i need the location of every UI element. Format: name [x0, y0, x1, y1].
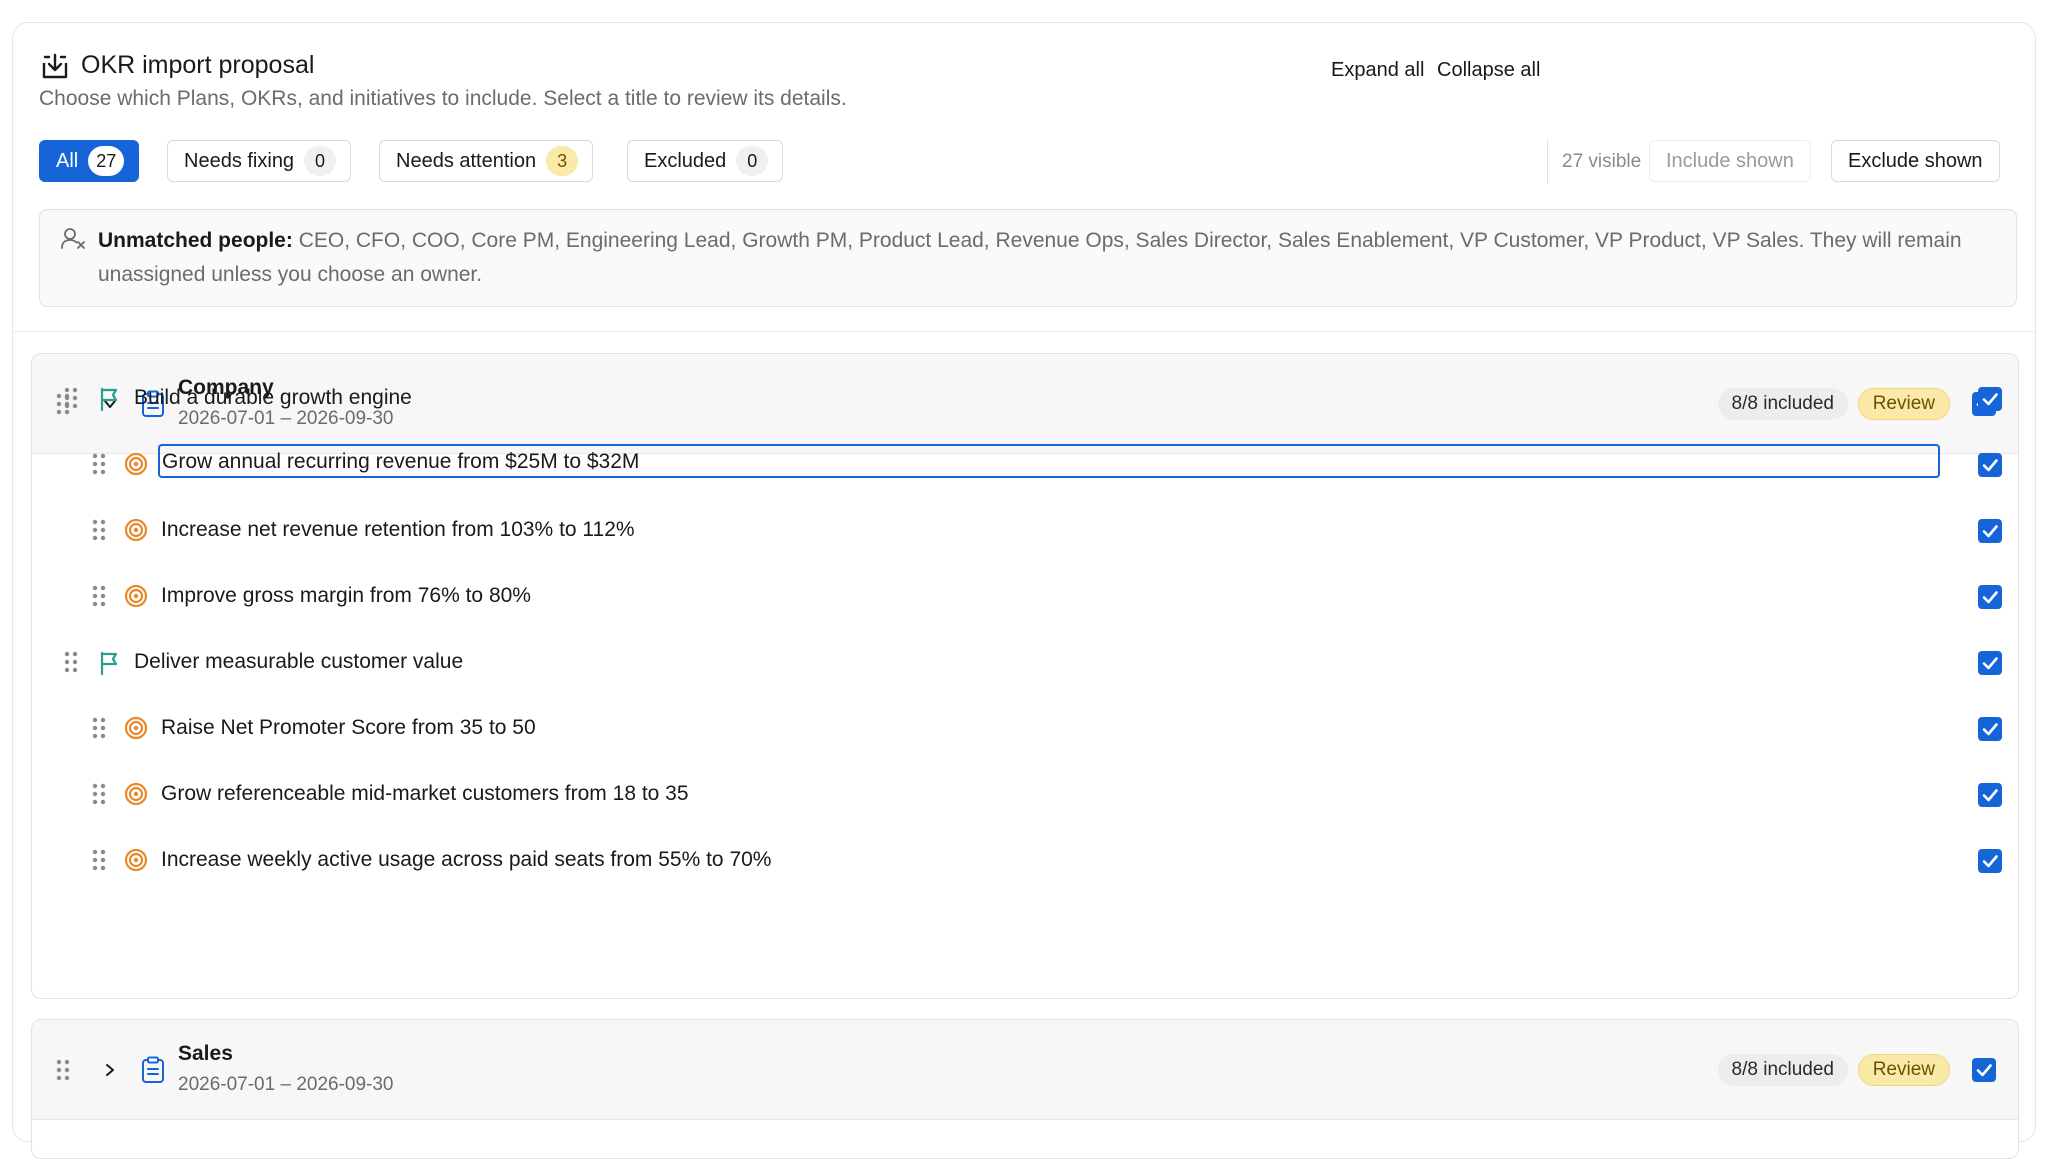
objective-row: Build a durable growth engine [32, 366, 2018, 432]
target-icon [124, 452, 148, 476]
checkmark-icon [1982, 855, 1998, 868]
key-result-title[interactable]: Increase net revenue retention from 103%… [161, 518, 635, 542]
key-result-row: Improve gross margin from 76% to 80% [32, 564, 2018, 630]
drag-handle-icon[interactable] [64, 387, 78, 409]
flag-icon [100, 651, 118, 676]
expand-all-button[interactable]: Expand all [1331, 59, 1424, 82]
objective-include-checkbox[interactable] [1978, 651, 2002, 675]
drag-handle-icon[interactable] [92, 585, 106, 607]
drag-handle-icon[interactable] [92, 783, 106, 805]
review-status-badge: Review [1857, 1054, 1950, 1086]
include-shown-button[interactable]: Include shown [1649, 140, 1811, 182]
key-result-include-checkbox[interactable] [1978, 717, 2002, 741]
plan-title[interactable]: Sales [178, 1042, 233, 1066]
drag-handle-icon[interactable] [92, 519, 106, 541]
key-result-include-checkbox[interactable] [1978, 519, 2002, 543]
drag-handle-icon[interactable] [56, 1059, 70, 1081]
key-result-row: Increase weekly active usage across paid… [32, 828, 2018, 894]
filter-excluded-label: Excluded [644, 149, 727, 172]
plan-clipboard-icon [142, 1056, 164, 1083]
objective-title[interactable]: Deliver measurable customer value [134, 650, 463, 674]
checkmark-icon [1982, 525, 1998, 538]
filter-needs-fixing-label: Needs fixing [184, 149, 295, 172]
drag-handle-icon[interactable] [64, 651, 78, 673]
key-result-include-checkbox[interactable] [1978, 585, 2002, 609]
plan-card-sales: Sales 2026-07-01 – 2026-09-30 8/8 includ… [31, 1019, 2019, 1159]
unmatched-people-text: Unmatched people: CEO, CFO, COO, Core PM… [98, 224, 1998, 292]
target-icon [124, 716, 148, 740]
target-icon [124, 848, 148, 872]
key-result-include-checkbox[interactable] [1978, 453, 2002, 477]
drag-handle-icon[interactable] [92, 453, 106, 475]
checkmark-icon [1982, 591, 1998, 604]
key-result-row: Raise Net Promoter Score from 35 to 50 [32, 696, 2018, 762]
filter-excluded-count: 0 [736, 146, 769, 176]
collapse-all-button[interactable]: Collapse all [1437, 59, 1540, 82]
import-icon [42, 53, 68, 79]
section-divider [13, 331, 2037, 332]
filter-all-chip[interactable]: All 27 [39, 140, 140, 182]
drag-handle-icon[interactable] [92, 849, 106, 871]
key-result-include-checkbox[interactable] [1978, 783, 2002, 807]
unmatched-people-notice: Unmatched people: CEO, CFO, COO, Core PM… [39, 209, 2017, 307]
toolbar-divider [1547, 139, 1548, 183]
checkmark-icon [1982, 789, 1998, 802]
checkmark-icon [1982, 459, 1998, 472]
filter-needs-fixing-chip[interactable]: Needs fixing 0 [167, 140, 352, 182]
visible-count: 27 visible [1562, 151, 1642, 172]
plan-card-company: Company 2026-07-01 – 2026-09-30 8/8 incl… [31, 353, 2019, 999]
filter-needs-attention-label: Needs attention [396, 149, 537, 172]
filter-all-label: All [56, 149, 79, 172]
target-icon [124, 782, 148, 806]
checkmark-icon [1976, 1064, 1992, 1077]
filter-all-count: 27 [88, 146, 125, 176]
filter-excluded-chip[interactable]: Excluded 0 [627, 140, 784, 182]
filter-needs-fixing-count: 0 [304, 146, 337, 176]
objective-title[interactable]: Build a durable growth engine [134, 386, 412, 410]
key-result-row: Grow referenceable mid-market customers … [32, 762, 2018, 828]
checkmark-icon [1982, 723, 1998, 736]
okr-import-panel: OKR import proposal Choose which Plans, … [12, 22, 2037, 1159]
included-count-badge: 8/8 included [1717, 1054, 1848, 1086]
filter-needs-attention-chip[interactable]: Needs attention 3 [379, 140, 594, 182]
page-title: OKR import proposal [81, 51, 315, 79]
key-result-title[interactable]: Grow referenceable mid-market customers … [161, 782, 689, 806]
page-subtitle: Choose which Plans, OKRs, and initiative… [39, 87, 847, 110]
objective-row: Deliver measurable customer value [32, 630, 2018, 696]
drag-handle-icon[interactable] [92, 717, 106, 739]
chevron-right-icon[interactable] [100, 1060, 120, 1080]
key-result-title[interactable]: Increase weekly active usage across paid… [161, 848, 771, 872]
unmatched-people-label: Unmatched people: [98, 229, 293, 252]
objective-include-checkbox[interactable] [1978, 387, 2002, 411]
key-result-row: Grow annual recurring revenue from $25M … [32, 432, 2018, 498]
key-result-title[interactable]: Grow annual recurring revenue from $25M … [158, 444, 1940, 478]
checkmark-icon [1982, 393, 1998, 406]
checkmark-icon [1982, 657, 1998, 670]
key-result-include-checkbox[interactable] [1978, 849, 2002, 873]
flag-icon [100, 387, 118, 412]
key-result-title[interactable]: Raise Net Promoter Score from 35 to 50 [161, 716, 536, 740]
user-unassigned-icon [61, 228, 85, 249]
plan-header-sales[interactable]: Sales 2026-07-01 – 2026-09-30 8/8 includ… [32, 1020, 2018, 1120]
plan-include-checkbox[interactable] [1972, 1058, 1996, 1082]
key-result-row: Increase net revenue retention from 103%… [32, 498, 2018, 564]
target-icon [124, 518, 148, 542]
filter-needs-attention-count: 3 [546, 146, 579, 176]
plan-dates: 2026-07-01 – 2026-09-30 [178, 1074, 394, 1095]
target-icon [124, 584, 148, 608]
unmatched-people-list: CEO, CFO, COO, Core PM, Engineering Lead… [98, 229, 1962, 286]
key-result-title[interactable]: Improve gross margin from 76% to 80% [161, 584, 531, 608]
exclude-shown-button[interactable]: Exclude shown [1831, 140, 2000, 182]
